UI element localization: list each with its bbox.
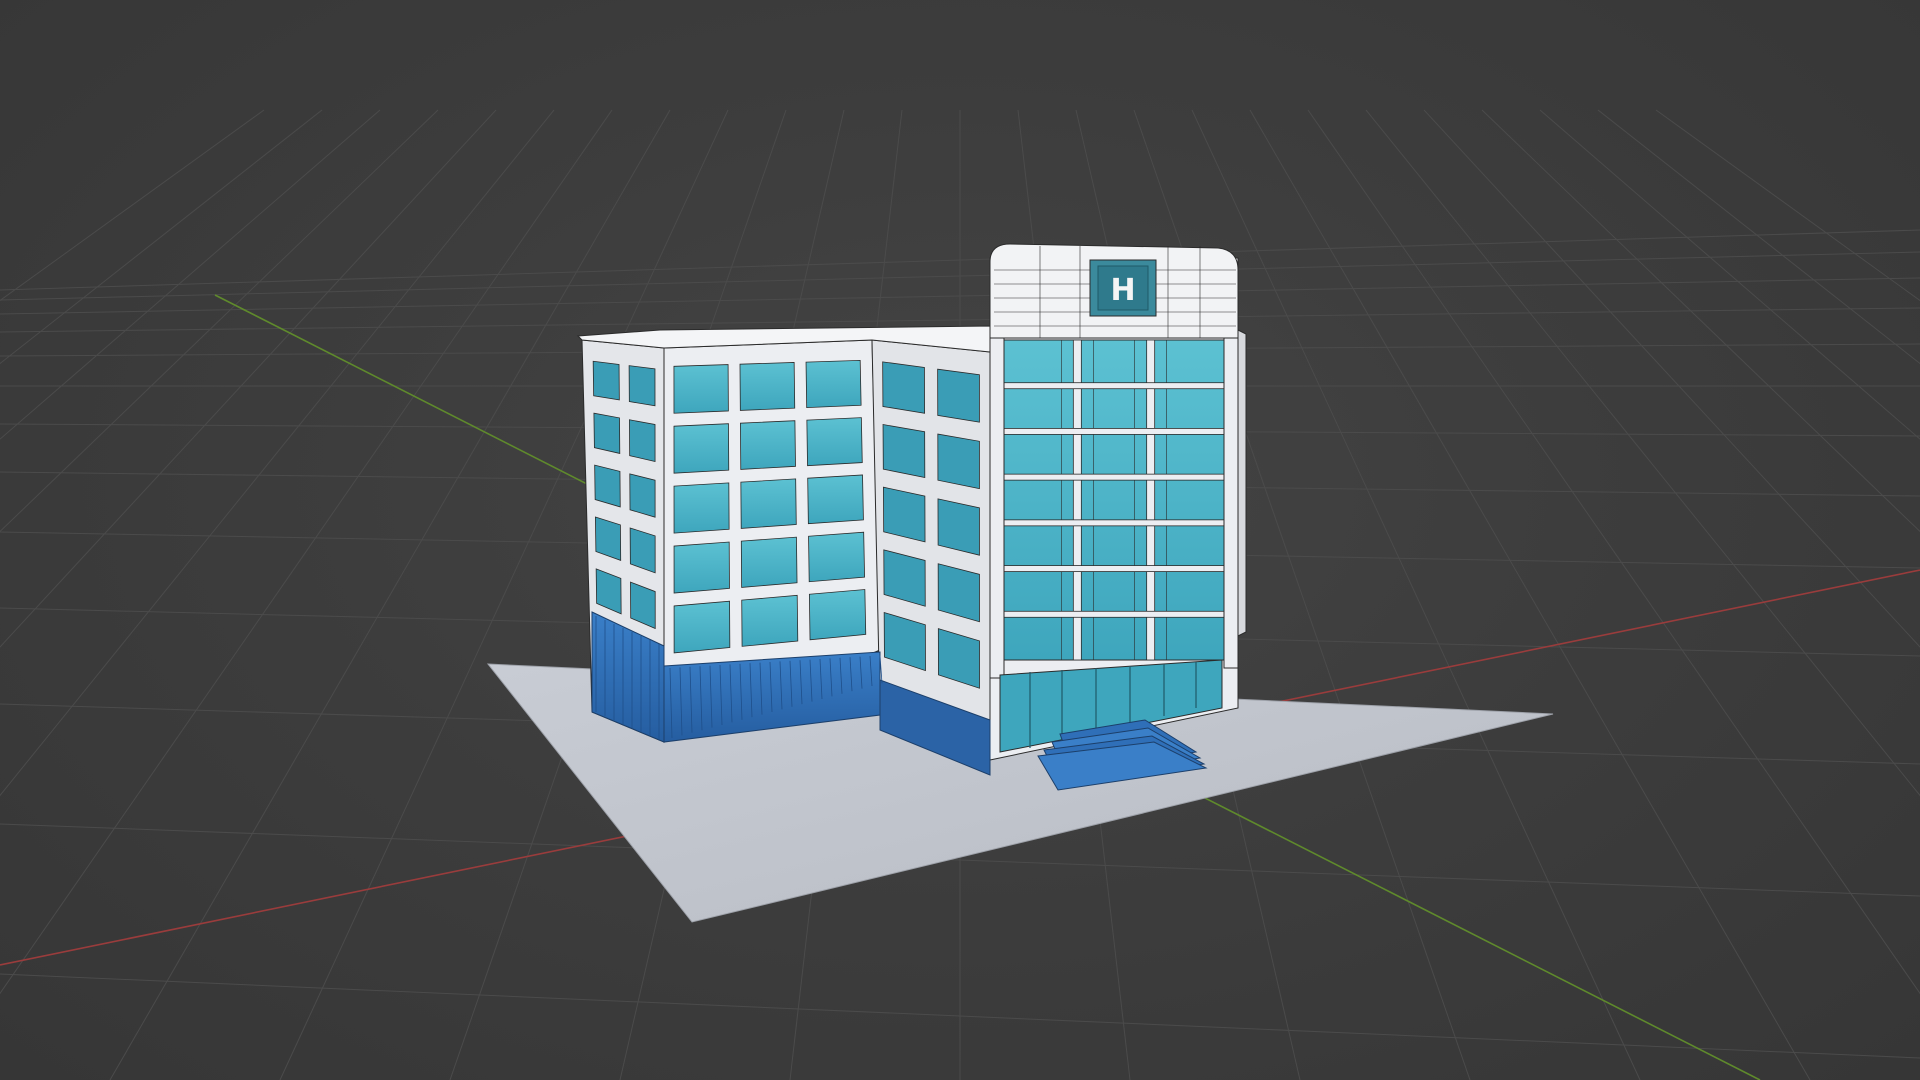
3d-scene[interactable]: H: [0, 0, 1920, 1080]
connector-window: [882, 424, 926, 479]
tower-floor-band: [1003, 519, 1225, 527]
grid-line: [0, 109, 497, 648]
connector-window: [937, 498, 980, 556]
front-window: [673, 600, 731, 654]
grid-line: [1307, 109, 1920, 995]
hospital-sign-letter: H: [1110, 273, 1135, 308]
connector-window: [937, 433, 980, 490]
hospital-building[interactable]: H: [576, 243, 1247, 791]
front-window: [673, 364, 729, 414]
3d-viewport[interactable]: H: [0, 0, 1920, 1080]
grid-line: [1423, 109, 1920, 648]
side-window: [629, 473, 656, 518]
grid-line: [1539, 109, 1920, 440]
tower-floor-band: [1003, 610, 1225, 618]
front-window: [805, 359, 862, 409]
front-window: [740, 420, 796, 470]
grid-line: [1249, 109, 1811, 1080]
side-window: [593, 412, 621, 454]
front-window: [739, 362, 796, 411]
front-window: [673, 423, 730, 474]
tower-floor-band: [1003, 565, 1225, 572]
grid-line: [0, 109, 265, 302]
front-window: [740, 478, 797, 529]
side-window: [594, 464, 621, 508]
tower-floor-band: [1003, 473, 1225, 481]
front-window: [673, 541, 730, 594]
front-window: [808, 589, 867, 641]
grid-line: [0, 109, 439, 533]
grid-line: [109, 109, 671, 1080]
tower-frame-right: [1223, 337, 1239, 669]
grid-line: [1481, 109, 1920, 533]
grid-line: [1191, 109, 1641, 1080]
front-window: [673, 482, 730, 534]
hospital-sign: H: [1089, 259, 1157, 317]
front-window: [741, 594, 799, 647]
front-window: [808, 531, 865, 583]
tower-floor-band: [1003, 428, 1225, 435]
connector-window: [937, 368, 980, 423]
side-window: [592, 360, 620, 401]
connector-window: [882, 361, 925, 414]
front-window: [807, 474, 864, 525]
front-window: [740, 536, 798, 588]
side-window: [628, 365, 656, 407]
tower-side-wall: [1237, 329, 1247, 637]
side-window: [629, 419, 656, 462]
front-window: [806, 417, 863, 467]
tower-frame-left: [989, 337, 1005, 679]
tower-glass-facade: [989, 337, 1239, 679]
left-wing-front-windows: [673, 359, 867, 654]
tower-floor-band: [1003, 382, 1225, 390]
grid-line: [1365, 109, 1920, 797]
grid-line: [0, 109, 613, 995]
grid-line: [0, 109, 381, 440]
grid-line: [0, 109, 555, 797]
